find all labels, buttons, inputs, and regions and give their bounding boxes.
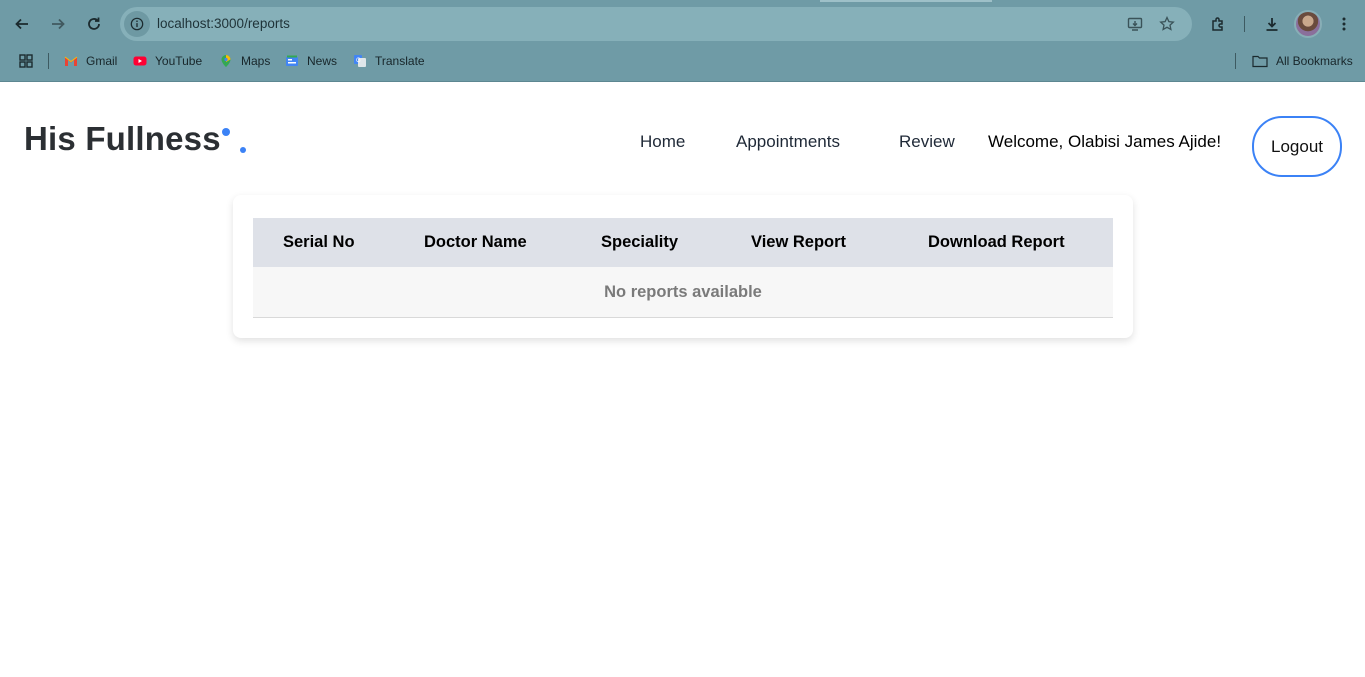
bookmark-translate[interactable]: G Translate <box>353 52 425 70</box>
tab-strip-edge <box>820 0 992 2</box>
brand-dot <box>240 147 246 153</box>
logout-button[interactable]: Logout <box>1252 116 1342 177</box>
bookmark-youtube[interactable]: YouTube <box>133 52 202 70</box>
bookmark-label: Gmail <box>86 54 118 68</box>
bookmark-gmail[interactable]: Gmail <box>64 52 117 70</box>
forward-icon[interactable] <box>44 10 72 38</box>
url-text[interactable]: localhost:3000/reports <box>157 16 290 31</box>
bookmark-news[interactable]: News <box>285 52 337 70</box>
brand-dot <box>222 128 230 136</box>
bookmark-label: Translate <box>375 54 425 68</box>
site-navbar: His Fullness Home Appointments Review We… <box>0 82 1365 202</box>
downloads-icon[interactable] <box>1258 10 1286 38</box>
maps-icon <box>219 54 233 68</box>
install-app-icon[interactable] <box>1125 14 1145 34</box>
brand-logo[interactable]: His Fullness <box>24 120 221 158</box>
all-bookmarks-folder[interactable]: All Bookmarks <box>1252 52 1353 70</box>
bookmark-star-icon[interactable] <box>1157 14 1177 34</box>
news-icon <box>285 54 299 68</box>
more-menu-icon[interactable] <box>1330 10 1358 38</box>
apps-grid-icon[interactable] <box>12 47 40 75</box>
folder-icon <box>1252 54 1268 68</box>
column-header-speciality: Speciality <box>601 233 679 251</box>
nav-review-link[interactable]: Review <box>899 132 955 152</box>
column-header-serial-no: Serial No <box>283 233 355 251</box>
gmail-icon <box>64 54 78 68</box>
nav-appointments-link[interactable]: Appointments <box>736 132 840 152</box>
column-header-download-report: Download Report <box>928 233 1065 251</box>
all-bookmarks-label: All Bookmarks <box>1276 54 1353 68</box>
address-bar[interactable]: localhost:3000/reports <box>120 7 1192 41</box>
empty-state-message: No reports available <box>604 283 762 301</box>
bookmark-label: News <box>307 54 338 68</box>
back-icon[interactable] <box>8 10 36 38</box>
svg-text:G: G <box>356 58 361 64</box>
bookmark-label: Maps <box>241 54 271 68</box>
bookmarks-separator <box>48 53 49 69</box>
column-header-doctor-name: Doctor Name <box>424 233 527 251</box>
translate-icon: G <box>353 54 367 68</box>
reports-table-header: Serial No Doctor Name Speciality View Re… <box>253 218 1113 267</box>
bookmarks-separator <box>1235 53 1236 69</box>
youtube-icon <box>133 54 147 68</box>
bookmark-label: YouTube <box>155 54 203 68</box>
bookmark-maps[interactable]: Maps <box>219 52 270 70</box>
reload-icon[interactable] <box>80 10 108 38</box>
profile-avatar[interactable] <box>1294 10 1322 38</box>
bookmarks-bar: Gmail YouTube Maps News G Translate All … <box>0 48 1365 74</box>
column-header-view-report: View Report <box>751 233 847 251</box>
toolbar-separator <box>1244 16 1245 32</box>
extensions-icon[interactable] <box>1204 10 1232 38</box>
browser-chrome: localhost:3000/reports Gmail YouTube Map… <box>0 0 1365 82</box>
table-row: No reports available <box>253 267 1113 318</box>
site-info-icon[interactable] <box>124 11 150 37</box>
nav-home-link[interactable]: Home <box>640 132 685 152</box>
welcome-message: Welcome, Olabisi James Ajide! <box>988 132 1222 151</box>
